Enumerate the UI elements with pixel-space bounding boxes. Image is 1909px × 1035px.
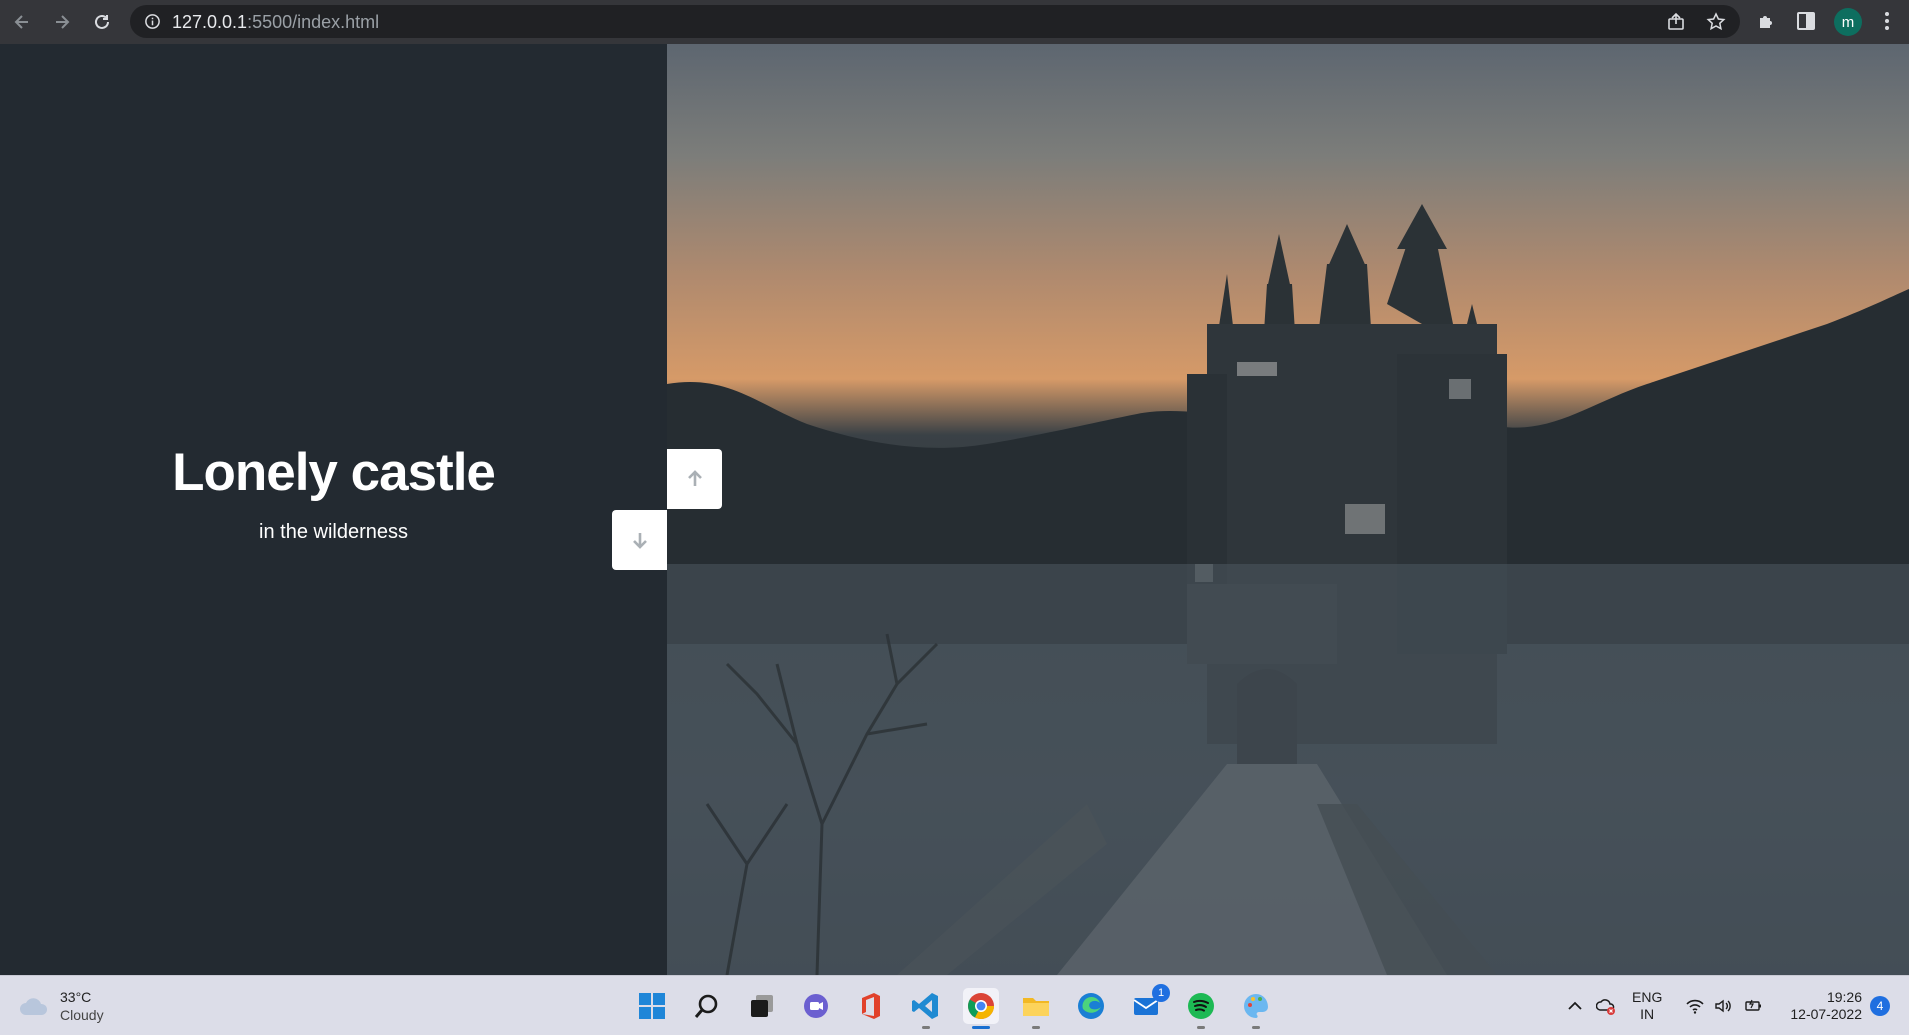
running-indicator [1197, 1026, 1205, 1029]
search-button[interactable] [689, 988, 725, 1024]
chat-icon [804, 994, 828, 1018]
windows-logo-icon [639, 993, 665, 1019]
paint-app[interactable] [1238, 988, 1274, 1029]
left-panel: Lonely castle in the wilderness [0, 44, 667, 975]
battery-icon[interactable] [1743, 996, 1763, 1016]
castle-image [667, 44, 1909, 975]
arrow-up-icon [687, 470, 702, 486]
url-text[interactable]: 127.0.0.1:5500/index.html [172, 12, 379, 33]
cloud-icon [20, 998, 48, 1015]
search-icon [694, 994, 718, 1018]
running-indicator [1032, 1026, 1040, 1029]
task-view-icon [751, 995, 773, 1017]
profile-avatar[interactable]: m [1834, 8, 1862, 36]
slide-title: Lonely castle [172, 443, 496, 502]
language-primary: ENG [1632, 989, 1663, 1005]
weather-widget[interactable]: 33°C Cloudy [18, 988, 104, 1024]
active-indicator [972, 1026, 990, 1029]
extensions-icon[interactable] [1756, 10, 1778, 32]
language-secondary: IN [1640, 1006, 1655, 1022]
slide-subtitle: in the wilderness [259, 521, 408, 543]
system-clock[interactable]: 19:26 12-07-2022 [1780, 989, 1862, 1023]
reload-icon [95, 14, 109, 29]
file-explorer-app[interactable] [1018, 988, 1054, 1029]
castle-scene [667, 204, 1909, 975]
reload-button[interactable] [88, 8, 116, 36]
vscode-icon [912, 993, 938, 1019]
clock-time: 19:26 [1826, 989, 1862, 1005]
address-bar[interactable]: 127.0.0.1:5500/index.html [130, 5, 1740, 38]
forward-arrow-icon [56, 15, 70, 29]
running-indicator [922, 1026, 930, 1029]
arrow-down-icon [632, 533, 647, 549]
spotify-icon [1188, 993, 1214, 1019]
paint-palette-icon [1244, 994, 1268, 1018]
chevron-up-icon[interactable] [1565, 996, 1585, 1016]
language-indicator[interactable]: ENG IN [1632, 989, 1662, 1023]
chrome-icon [968, 993, 994, 1019]
weather-description: Cloudy [60, 1007, 104, 1023]
weather-temperature: 33°C [60, 989, 92, 1005]
slide-up-button[interactable] [667, 449, 722, 509]
vscode-app[interactable] [908, 988, 944, 1029]
running-indicator [1252, 1026, 1260, 1029]
office-icon [862, 993, 880, 1019]
slide-down-button[interactable] [612, 510, 667, 570]
menu-kebab-icon[interactable] [1876, 10, 1898, 32]
url-path: :5500/index.html [247, 12, 380, 32]
page-viewport: Lonely castle in the wilderness [0, 44, 1909, 975]
info-icon[interactable] [144, 13, 161, 30]
office-app[interactable] [853, 988, 889, 1024]
edge-app[interactable] [1073, 988, 1109, 1024]
edge-icon [1078, 993, 1104, 1019]
clock-date: 12-07-2022 [1790, 1006, 1862, 1022]
url-host: 127.0.0.1 [172, 12, 248, 32]
share-icon[interactable] [1666, 12, 1686, 32]
notification-badge[interactable]: 4 [1870, 996, 1890, 1016]
back-arrow-icon [14, 15, 28, 29]
browser-toolbar: 127.0.0.1:5500/index.html m [0, 0, 1909, 44]
volume-icon[interactable] [1713, 996, 1733, 1016]
start-button[interactable] [634, 988, 670, 1024]
spotify-app[interactable] [1183, 988, 1219, 1029]
task-view-button[interactable] [744, 988, 780, 1024]
taskbar: 33°C Cloudy 1 ENG IN 19:26 12-07-2022 4 [0, 975, 1909, 1035]
onedrive-error-icon[interactable] [1596, 996, 1616, 1016]
chrome-app[interactable] [963, 988, 999, 1029]
mail-badge: 1 [1152, 984, 1170, 1002]
side-panel-icon[interactable] [1795, 10, 1817, 32]
bookmark-star-icon[interactable] [1706, 12, 1726, 32]
teams-chat-button[interactable] [798, 988, 834, 1024]
folder-icon [1023, 998, 1049, 1016]
forward-button[interactable] [48, 8, 76, 36]
wifi-icon[interactable] [1685, 996, 1705, 1016]
mail-app[interactable]: 1 [1128, 984, 1170, 1024]
back-button[interactable] [8, 8, 36, 36]
